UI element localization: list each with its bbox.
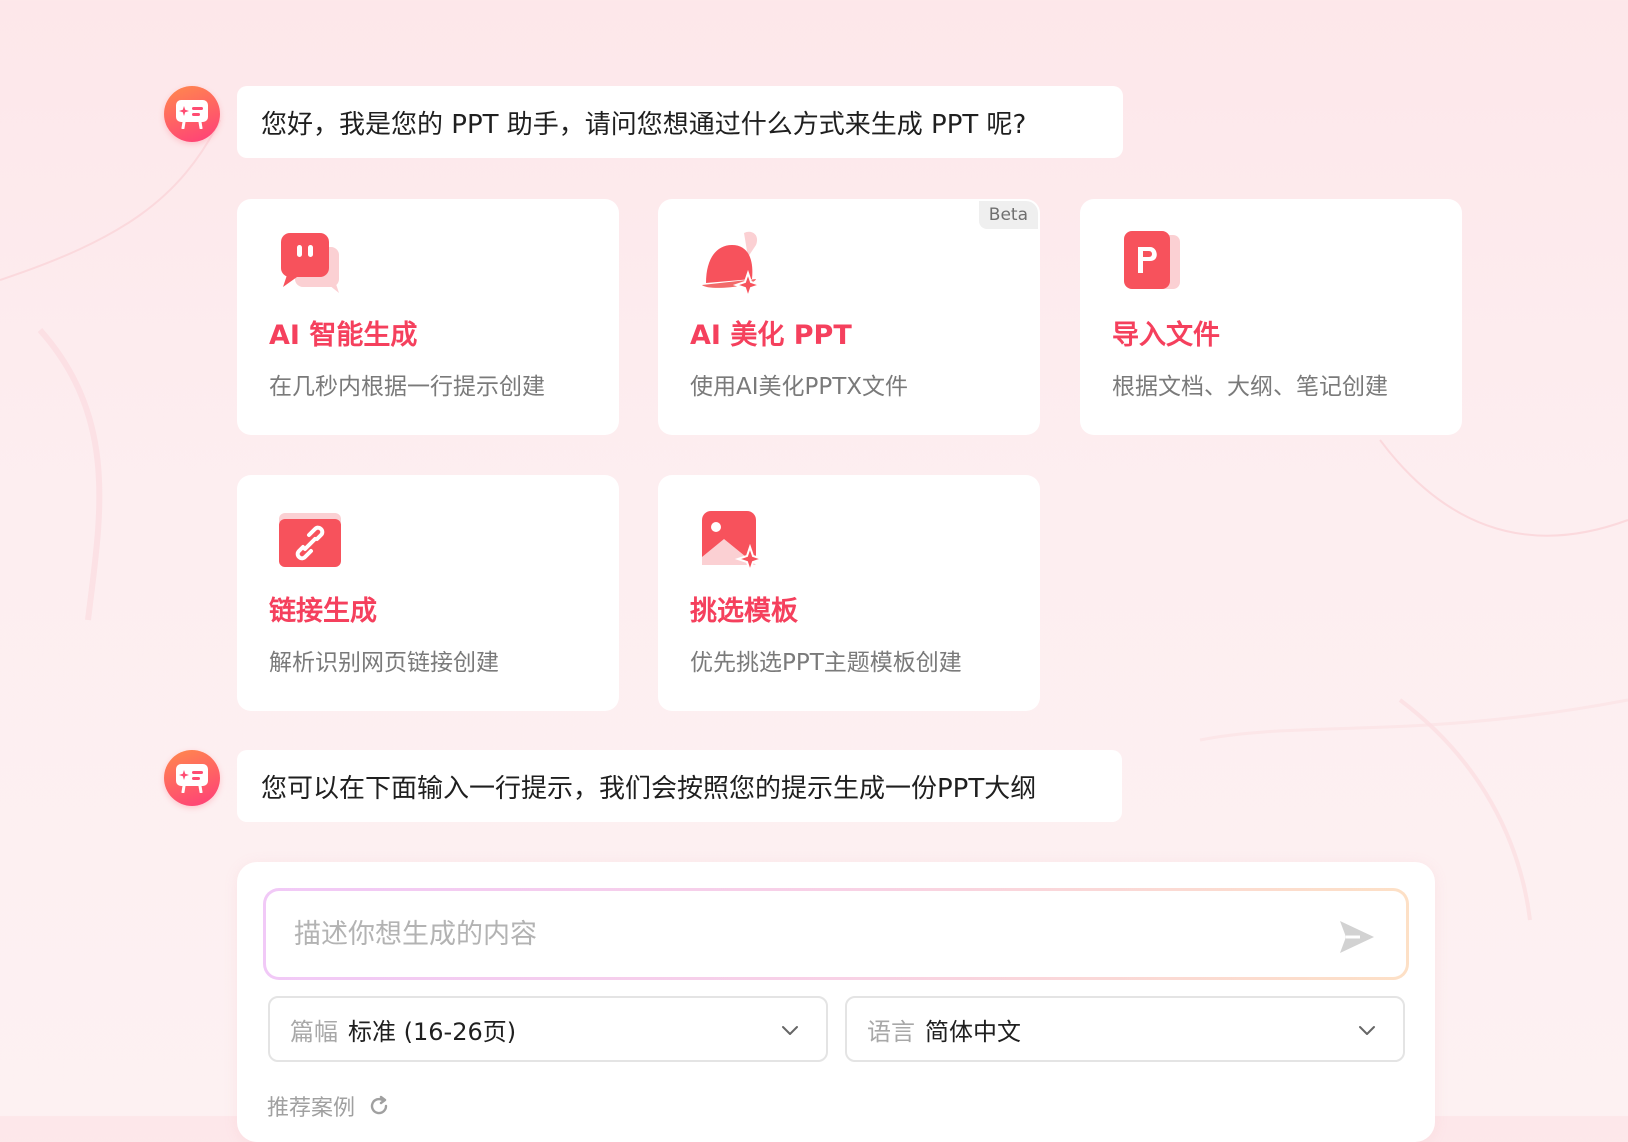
option-card-import-file[interactable]: 导入文件 根据文档、大纲、笔记创建 bbox=[1080, 199, 1462, 435]
message-text: 您好，我是您的 PPT 助手，请问您想通过什么方式来生成 PPT 呢? bbox=[261, 109, 1027, 140]
assistant-avatar bbox=[164, 750, 220, 806]
chevron-down-icon bbox=[782, 1026, 798, 1035]
prompt-box bbox=[263, 888, 1409, 980]
refresh-icon[interactable] bbox=[367, 1094, 391, 1118]
option-description: 根据文档、大纲、笔记创建 bbox=[1112, 374, 1388, 400]
option-title: 挑选模板 bbox=[690, 596, 798, 627]
length-select[interactable]: 篇幅 标准 (16-26页) bbox=[268, 996, 828, 1062]
prompt-input[interactable] bbox=[266, 891, 1326, 977]
chevron-down-icon bbox=[1359, 1026, 1375, 1035]
option-description: 使用AI美化PPTX文件 bbox=[690, 374, 909, 400]
recommend-label: 推荐案例 bbox=[267, 1096, 356, 1121]
option-card-ai-generate[interactable]: AI 智能生成 在几秒内根据一行提示创建 bbox=[237, 199, 619, 435]
option-card-pick-template[interactable]: 挑选模板 优先挑选PPT主题模板创建 bbox=[658, 475, 1040, 711]
ppt-file-icon bbox=[1124, 231, 1180, 289]
language-select[interactable]: 语言 简体中文 bbox=[845, 996, 1405, 1062]
assistant-avatar bbox=[164, 86, 220, 142]
assistant-message: 您好，我是您的 PPT 助手，请问您想通过什么方式来生成 PPT 呢? bbox=[237, 86, 1123, 158]
option-description: 优先挑选PPT主题模板创建 bbox=[690, 650, 962, 676]
option-title: AI 智能生成 bbox=[269, 320, 418, 351]
link-icon bbox=[279, 513, 341, 567]
option-card-link-generate[interactable]: 链接生成 解析识别网页链接创建 bbox=[237, 475, 619, 711]
beta-badge: Beta bbox=[978, 201, 1038, 229]
message-text: 您可以在下面输入一行提示，我们会按照您的提示生成一份PPT大纲 bbox=[261, 773, 1037, 804]
language-select-label: 语言 bbox=[867, 1017, 915, 1046]
option-description: 解析识别网页链接创建 bbox=[269, 650, 499, 676]
language-select-value: 简体中文 bbox=[925, 1017, 1021, 1046]
option-title: AI 美化 PPT bbox=[690, 320, 852, 351]
option-title: 导入文件 bbox=[1112, 320, 1220, 351]
send-icon[interactable] bbox=[1336, 917, 1376, 957]
option-description: 在几秒内根据一行提示创建 bbox=[269, 374, 545, 400]
option-card-ai-beautify[interactable]: Beta AI 美化 PPT 使用AI美化PPTX文件 bbox=[658, 199, 1040, 435]
length-select-value: 标准 (16-26页) bbox=[348, 1017, 517, 1046]
assistant-screen-icon bbox=[176, 764, 208, 793]
recommend-section: 推荐案例 bbox=[267, 1090, 391, 1122]
length-select-label: 篇幅 bbox=[290, 1017, 338, 1046]
chat-bubble-icon bbox=[281, 233, 339, 293]
image-sparkle-icon bbox=[702, 511, 766, 575]
assistant-message: 您可以在下面输入一行提示，我们会按照您的提示生成一份PPT大纲 bbox=[237, 750, 1122, 822]
option-title: 链接生成 bbox=[269, 596, 377, 627]
assistant-screen-icon bbox=[176, 100, 208, 129]
prompt-panel: 篇幅 标准 (16-26页) 语言 简体中文 推荐案例 bbox=[237, 862, 1435, 1142]
bell-sparkle-icon bbox=[702, 231, 764, 301]
